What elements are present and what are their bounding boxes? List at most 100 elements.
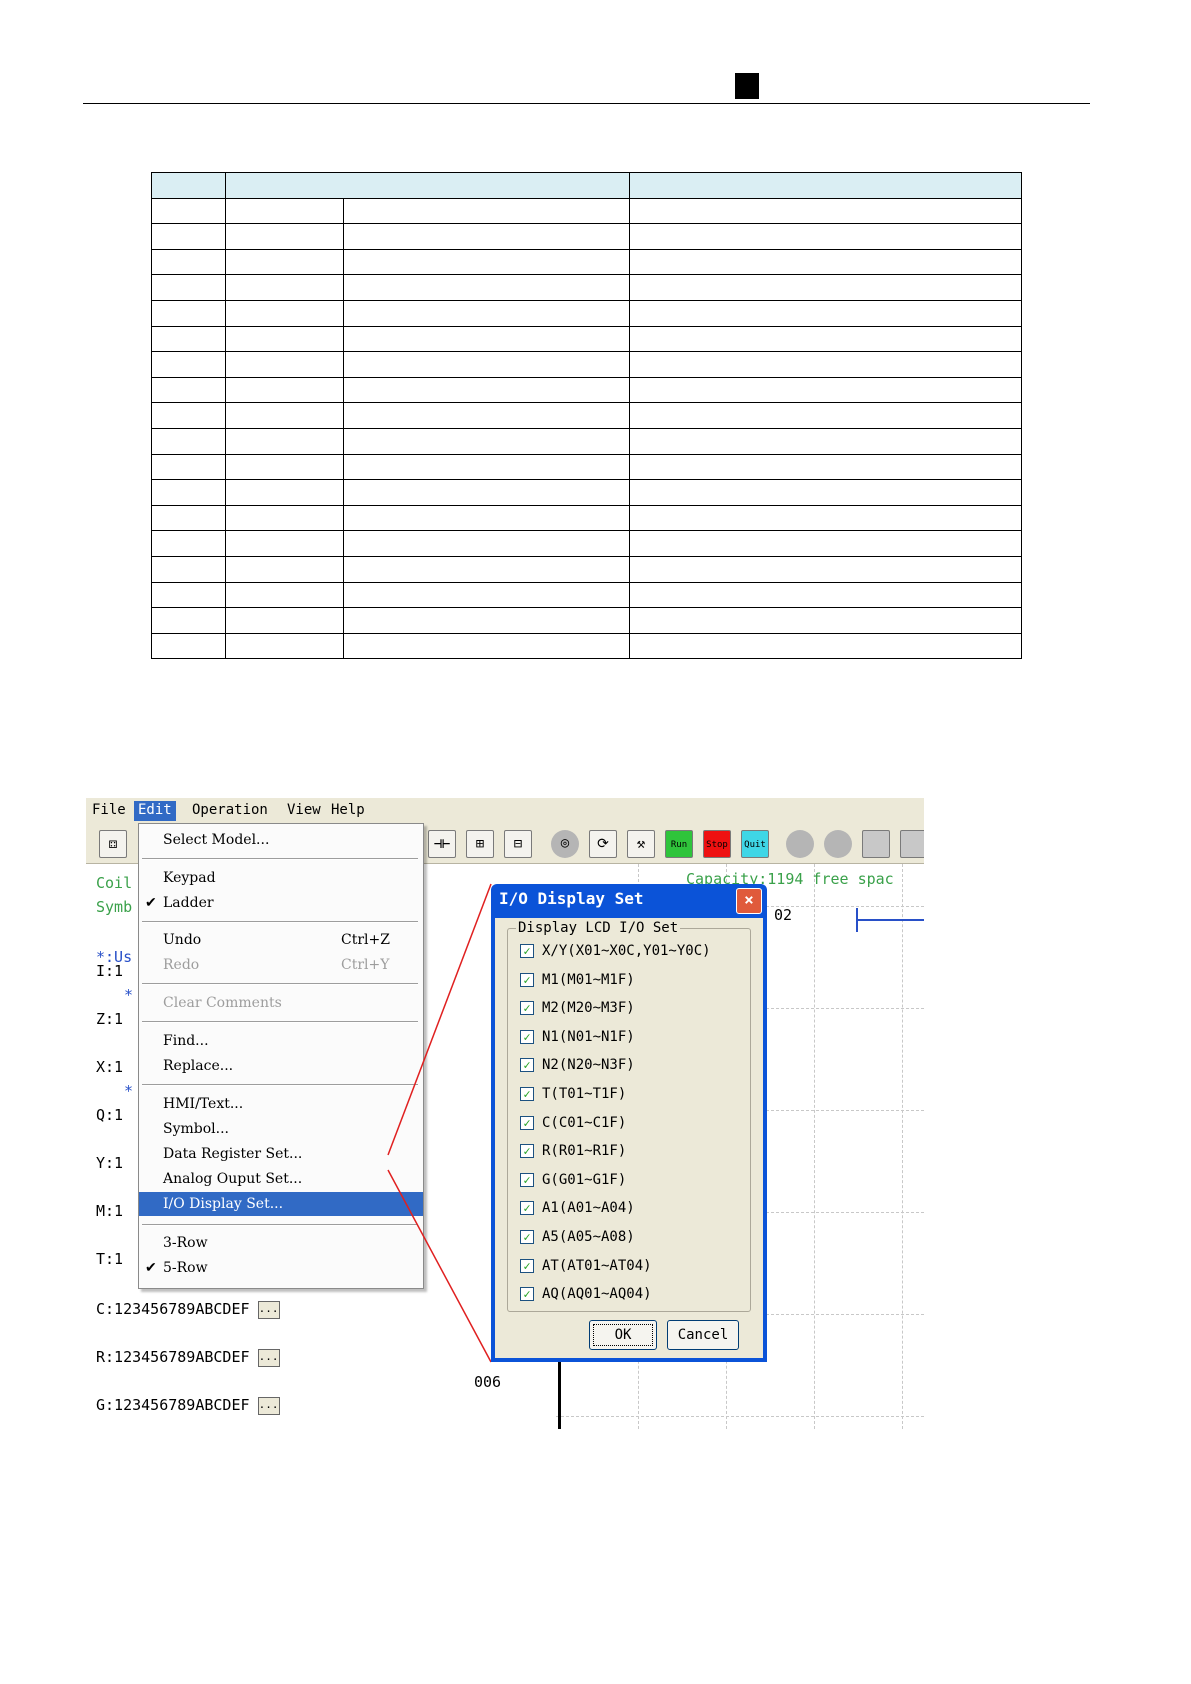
record-icon[interactable] bbox=[786, 830, 814, 858]
table-cell bbox=[225, 581, 344, 609]
menu-item-redo[interactable]: Redo Ctrl+Y bbox=[139, 953, 423, 977]
menu-item-label: Analog Ouput Set... bbox=[163, 1171, 303, 1187]
table-header-cell bbox=[151, 172, 226, 199]
ok-button[interactable]: OK bbox=[589, 1320, 657, 1350]
menu-item-label: Data Register Set... bbox=[163, 1146, 303, 1162]
checkbox-icon[interactable]: ✓ bbox=[520, 944, 534, 958]
table-cell bbox=[151, 607, 226, 634]
io-option-checkbox[interactable]: ✓ C(C01~C1F) bbox=[520, 1115, 626, 1137]
table-cell bbox=[343, 479, 630, 506]
monitor-icon[interactable] bbox=[824, 830, 852, 858]
table-row bbox=[151, 581, 1022, 609]
browse-button[interactable]: ... bbox=[257, 1348, 280, 1367]
checkbox-icon[interactable]: ✓ bbox=[520, 1201, 534, 1216]
comment-star: * bbox=[124, 1082, 134, 1100]
io-option-checkbox[interactable]: ✓ AT(AT01~AT04) bbox=[520, 1258, 652, 1280]
menu-item-keypad[interactable]: Keypad bbox=[139, 866, 423, 890]
io-row-label: M:1 bbox=[96, 1202, 124, 1220]
io-option-checkbox[interactable]: ✓ X/Y(X01~X0C,Y01~Y0C) bbox=[520, 943, 711, 965]
io-option-label: AT(AT01~AT04) bbox=[542, 1257, 652, 1274]
checkbox-icon[interactable]: ✓ bbox=[520, 1172, 534, 1187]
insert-rung-tool-icon[interactable]: ⊞ bbox=[466, 830, 494, 858]
dialog-body: Display LCD I/O Set ✓ X/Y(X01~X0C,Y01~Y0C… bbox=[495, 918, 763, 1358]
io-option-checkbox[interactable]: ✓ N1(N01~N1F) bbox=[520, 1029, 635, 1051]
checkbox-icon[interactable]: ✓ bbox=[520, 1029, 534, 1044]
menu-item-label: Keypad bbox=[163, 870, 216, 886]
table-cell bbox=[225, 376, 344, 404]
menu-item-i-o-display-set[interactable]: I/O Display Set... bbox=[139, 1192, 423, 1216]
transfer-icon[interactable]: ⟳ bbox=[589, 830, 617, 858]
insert-coil-tool-icon[interactable]: ⊟ bbox=[504, 830, 532, 858]
table-row bbox=[151, 325, 1022, 353]
table-cell bbox=[343, 299, 630, 327]
checkbox-icon[interactable]: ✓ bbox=[520, 1230, 534, 1244]
menu-operation[interactable]: Operation bbox=[188, 801, 272, 821]
checkbox-icon[interactable]: ✓ bbox=[520, 1115, 534, 1130]
io-option-label: M1(M01~M1F) bbox=[542, 971, 635, 988]
menu-item-ladder[interactable]: ✔ Ladder bbox=[139, 891, 423, 915]
table-cell bbox=[151, 555, 226, 583]
stop-button[interactable]: Stop bbox=[703, 830, 731, 858]
tools-icon[interactable]: ⚒ bbox=[627, 830, 655, 858]
menu-view[interactable]: View bbox=[283, 801, 325, 821]
table-cell bbox=[629, 427, 1022, 455]
menu-file[interactable]: File bbox=[88, 801, 130, 821]
menu-item-clear-comments[interactable]: Clear Comments bbox=[139, 991, 423, 1015]
checkbox-icon[interactable]: ✓ bbox=[520, 1001, 534, 1016]
pages-icon[interactable] bbox=[900, 830, 924, 858]
menu-item-label: 3-Row bbox=[163, 1235, 208, 1251]
io-option-checkbox[interactable]: ✓ G(G01~G1F) bbox=[520, 1172, 626, 1194]
menu-item-symbol[interactable]: Symbol... bbox=[139, 1117, 423, 1141]
io-option-checkbox[interactable]: ✓ M2(M20~M3F) bbox=[520, 1000, 635, 1022]
table-cell bbox=[343, 427, 630, 455]
quit-button[interactable]: Quit bbox=[741, 830, 769, 858]
menu-item-hmi-text[interactable]: HMI/Text... bbox=[139, 1092, 423, 1116]
coil-label: Coil bbox=[96, 874, 133, 892]
table-cell bbox=[151, 427, 226, 455]
header-rule bbox=[83, 103, 1090, 104]
connect-icon[interactable]: ◎ bbox=[551, 830, 579, 858]
insert-contact-tool-icon[interactable]: ⊣⊢ bbox=[428, 830, 456, 858]
cancel-button[interactable]: Cancel bbox=[667, 1320, 739, 1350]
checkbox-icon[interactable]: ✓ bbox=[520, 1087, 534, 1101]
checkbox-icon[interactable]: ✓ bbox=[520, 1287, 534, 1302]
table-cell bbox=[629, 351, 1022, 378]
io-option-checkbox[interactable]: ✓ AQ(AQ01~AQ04) bbox=[520, 1286, 652, 1308]
io-option-checkbox[interactable]: ✓ R(R01~R1F) bbox=[520, 1143, 626, 1165]
checkbox-icon[interactable]: ✓ bbox=[520, 1058, 534, 1073]
menu-item-undo[interactable]: Undo Ctrl+Z bbox=[139, 928, 423, 952]
io-option-checkbox[interactable]: ✓ M1(M01~M1F) bbox=[520, 972, 635, 994]
close-icon[interactable]: × bbox=[736, 888, 762, 914]
table-cell bbox=[629, 607, 1022, 634]
io-option-checkbox[interactable]: ✓ N2(N20~N3F) bbox=[520, 1057, 635, 1079]
table-cell bbox=[225, 248, 344, 276]
menu-item-data-register-set[interactable]: Data Register Set... bbox=[139, 1142, 423, 1166]
menu-separator bbox=[142, 1021, 418, 1023]
menu-help[interactable]: Help bbox=[327, 801, 369, 821]
io-option-checkbox[interactable]: ✓ A5(A05~A08) bbox=[520, 1229, 635, 1251]
table-cell bbox=[225, 530, 344, 557]
browse-button[interactable]: ... bbox=[257, 1300, 280, 1319]
io-option-label: N2(N20~N3F) bbox=[542, 1057, 635, 1074]
io-option-checkbox[interactable]: ✓ T(T01~T1F) bbox=[520, 1086, 626, 1108]
checkbox-icon[interactable]: ✓ bbox=[520, 1144, 534, 1159]
run-button[interactable]: Run bbox=[665, 830, 693, 858]
menu-item-5-row[interactable]: ✔ 5-Row bbox=[139, 1256, 423, 1280]
io-option-checkbox[interactable]: ✓ A1(A01~A04) bbox=[520, 1200, 635, 1222]
menu-item-analog-ouput-set[interactable]: Analog Ouput Set... bbox=[139, 1167, 423, 1191]
menu-edit[interactable]: Edit bbox=[134, 801, 176, 821]
io-option-label: M2(M20~M3F) bbox=[542, 1000, 635, 1017]
checkbox-icon[interactable]: ✓ bbox=[520, 972, 534, 987]
page-icon[interactable] bbox=[862, 830, 890, 858]
menu-item-3-row[interactable]: 3-Row bbox=[139, 1231, 423, 1255]
menu-item-find[interactable]: Find... bbox=[139, 1029, 423, 1053]
menu-separator bbox=[142, 921, 418, 923]
menu-item-shortcut: Ctrl+Y bbox=[341, 957, 390, 973]
browse-button[interactable]: ... bbox=[257, 1396, 280, 1415]
io-row-full: G:123456789ABCDEF... bbox=[96, 1396, 280, 1415]
menu-item-label: 5-Row bbox=[163, 1260, 208, 1276]
menu-item-select-model[interactable]: Select Model... bbox=[139, 828, 423, 852]
menu-item-replace[interactable]: Replace... bbox=[139, 1054, 423, 1078]
select-model-tool-icon[interactable]: ⚃ bbox=[99, 830, 127, 858]
checkbox-icon[interactable]: ✓ bbox=[520, 1258, 534, 1273]
